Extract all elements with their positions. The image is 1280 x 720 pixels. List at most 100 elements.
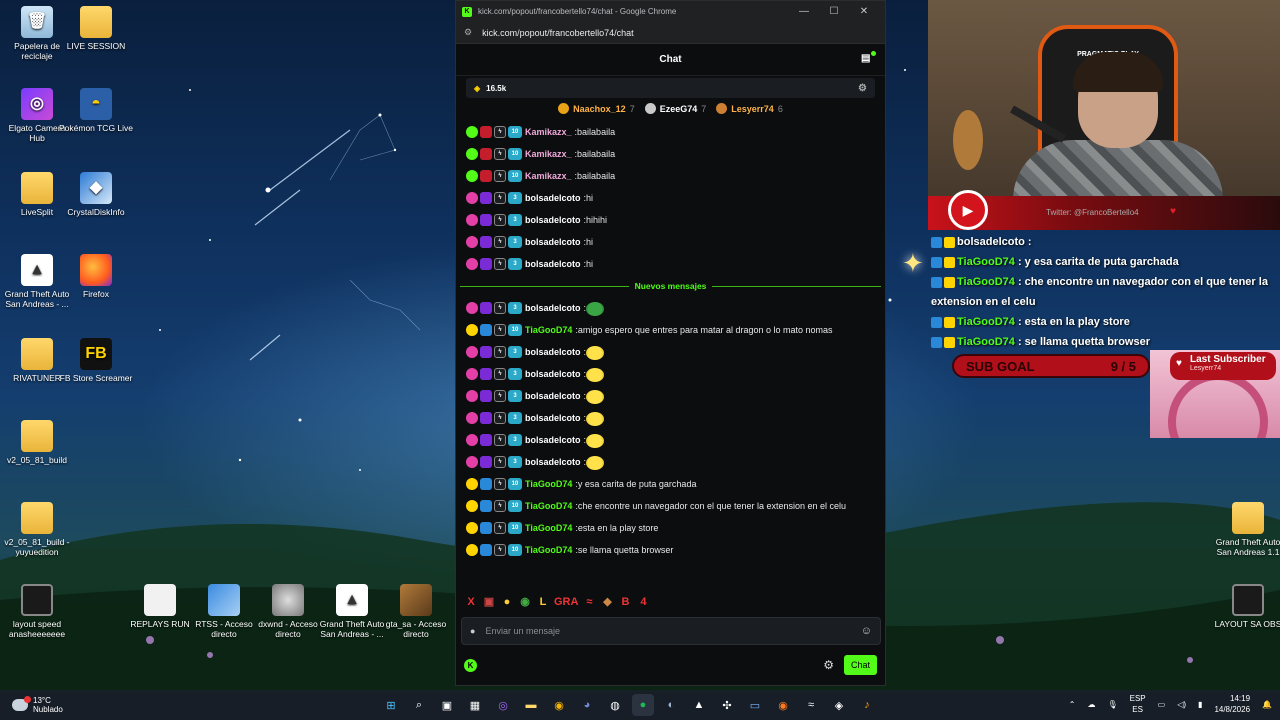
chat-message[interactable]: ϟ 10 Kamikazx_: bailabaila [456, 165, 885, 187]
chat-message[interactable]: ϟ 10 TiaGooD74: esta en la play store [456, 517, 885, 539]
app-icon[interactable]: ✣ [716, 694, 738, 716]
task-view-icon[interactable]: ▣ [436, 694, 458, 716]
chat-message[interactable]: ϟ 3 bolsadelcoto: hi [456, 187, 885, 209]
username[interactable]: Kamikazx_ [525, 126, 572, 138]
fl-studio-icon[interactable]: ♪ [856, 694, 878, 716]
maximize-button[interactable]: ☐ [819, 6, 849, 17]
address-bar[interactable]: ⚙ kick.com/popout/francobertello74/chat [456, 22, 885, 44]
quick-emote[interactable]: ● [500, 595, 514, 609]
message-input[interactable] [485, 626, 861, 636]
desktop-icon-live-session[interactable]: LIVE SESSION [59, 6, 133, 51]
username[interactable]: bolsadelcoto [525, 390, 581, 402]
chat-message[interactable]: ϟ 10 Kamikazx_: bailabaila [456, 143, 885, 165]
firefox-taskbar-icon[interactable]: ◉ [772, 694, 794, 716]
spotify-icon[interactable]: ● [632, 694, 654, 716]
settings-icon[interactable]: ⚙ [858, 83, 867, 94]
site-info-icon[interactable]: ⚙ [464, 27, 472, 38]
quick-emote[interactable]: X [464, 595, 478, 609]
quick-emote[interactable]: ◉ [518, 595, 532, 609]
chat-message[interactable]: ϟ 3 bolsadelcoto: [456, 451, 885, 473]
minimize-button[interactable]: — [789, 6, 819, 17]
chat-message[interactable]: ϟ 3 bolsadelcoto: [456, 407, 885, 429]
desktop-icon-crystaldiskinfo[interactable]: ◆ CrystalDiskInfo [59, 172, 133, 217]
chat-messages[interactable]: ϟ 10 Kamikazx_: bailabaila ϟ 10 Kamikazx_: ba… [456, 121, 885, 591]
chat-message[interactable]: ϟ 3 bolsadelcoto: hihihi [456, 209, 885, 231]
elgato-taskbar-icon[interactable]: ◎ [492, 694, 514, 716]
username[interactable]: TiaGooD74 [525, 522, 572, 534]
username[interactable]: TiaGooD74 [525, 478, 572, 490]
gta-taskbar-icon[interactable]: ▲ [688, 694, 710, 716]
obs-icon[interactable]: ◍ [604, 694, 626, 716]
username[interactable]: bolsadelcoto [525, 236, 581, 248]
username[interactable]: bolsadelcoto [525, 214, 581, 226]
leaderboard-entry[interactable]: EzeeG74 7 [644, 103, 706, 114]
chevron-up-icon[interactable]: ⌃ [1069, 700, 1076, 709]
language-switcher[interactable]: ESP ES [1130, 693, 1146, 715]
chrome-icon[interactable]: ◉ [548, 694, 570, 716]
username[interactable]: bolsadelcoto [525, 192, 581, 204]
desktop-icon-gta-sa-shortcut[interactable]: gta_sa - Acceso directo [379, 584, 453, 639]
battery-icon[interactable]: ▮ [1198, 700, 1202, 709]
chat-message[interactable]: ϟ 3 bolsadelcoto: [456, 297, 885, 319]
username[interactable]: bolsadelcoto [525, 368, 581, 380]
audio-app-icon[interactable]: ≈ [800, 694, 822, 716]
quick-emote[interactable]: ▣ [482, 595, 496, 609]
emote-picker-icon[interactable]: ● [470, 626, 475, 636]
username[interactable]: TiaGooD74 [525, 544, 572, 556]
quick-emote[interactable]: 4 [636, 595, 650, 609]
leaderboard-entry[interactable]: Naachox_12 7 [558, 103, 635, 114]
chat-message[interactable]: ϟ 3 bolsadelcoto: [456, 385, 885, 407]
username[interactable]: Kamikazx_ [525, 170, 572, 182]
username[interactable]: bolsadelcoto [525, 412, 581, 424]
close-button[interactable]: ✕ [849, 6, 879, 17]
pinned-gift-bar[interactable]: ◈ 16.5k ⚙ [466, 78, 875, 98]
desktop-icon-gta-sa-11[interactable]: Grand Theft Auto San Andreas 1.1 [1211, 502, 1280, 557]
desktop-icon-v2-build[interactable]: v2_05_81_build [0, 420, 74, 465]
username[interactable]: bolsadelcoto [525, 434, 581, 446]
steam-icon[interactable]: ◐ [660, 694, 682, 716]
username[interactable]: TiaGooD74 [525, 324, 572, 336]
quick-emote[interactable]: L [536, 595, 550, 609]
username[interactable]: bolsadelcoto [525, 456, 581, 468]
username[interactable]: Kamikazx_ [525, 148, 572, 160]
chat-message[interactable]: ϟ 10 TiaGooD74: y esa carita de puta garch… [456, 473, 885, 495]
chat-message[interactable]: ϟ 3 bolsadelcoto: [456, 363, 885, 385]
chat-message[interactable]: ϟ 10 TiaGooD74: che encontre un navegador … [456, 495, 885, 517]
chat-message[interactable]: ϟ 10 Kamikazx_: bailabaila [456, 121, 885, 143]
chat-message[interactable]: ϟ 3 bolsadelcoto: [456, 341, 885, 363]
file-explorer-icon[interactable]: ▬ [520, 694, 542, 716]
weather-widget[interactable]: 13°C Nublado [0, 696, 200, 714]
chat-message[interactable]: ϟ 3 bolsadelcoto: [456, 429, 885, 451]
username[interactable]: bolsadelcoto [525, 346, 581, 358]
desktop-icon-layout-sa-obs[interactable]: LAYOUT SA OBS [1211, 584, 1280, 629]
chat-message[interactable]: ϟ 10 TiaGooD74: se llama quetta browser [456, 539, 885, 561]
desktop-icon-pokemon[interactable]: ◓ Pokémon TCG Live [59, 88, 133, 133]
desktop-icon-gta-sa-2[interactable]: ▲ Grand Theft Auto San Andreas - ... [315, 584, 389, 639]
notification-bell-icon[interactable]: 🔔 [1262, 700, 1272, 709]
username[interactable]: TiaGooD74 [525, 500, 572, 512]
tool-icon[interactable]: ◈ [828, 694, 850, 716]
chat-message[interactable]: ϟ 3 bolsadelcoto: hi [456, 231, 885, 253]
send-chat-button[interactable]: Chat [843, 655, 877, 675]
gear-icon[interactable]: ⚙ [823, 658, 834, 672]
message-input-container[interactable]: ● ☺ [461, 617, 881, 645]
desktop-icon-firefox[interactable]: Firefox [59, 254, 133, 299]
quick-emote[interactable]: ≈ [582, 595, 596, 609]
window-title-bar[interactable]: K kick.com/popout/francobertello74/chat … [456, 1, 885, 22]
start-icon[interactable]: ⊞ [380, 694, 402, 716]
quick-emote[interactable]: GRA [554, 595, 578, 609]
discord-icon[interactable]: ◕ [576, 694, 598, 716]
chat-message[interactable]: ϟ 10 TiaGooD74: amigo espero que entres pa… [456, 319, 885, 341]
clock[interactable]: 14:19 14/8/2026 [1214, 693, 1250, 715]
username[interactable]: bolsadelcoto [525, 302, 581, 314]
leaderboard-entry[interactable]: Lesyerr74 6 [716, 103, 783, 114]
desktop-icon-dxwnd[interactable]: dxwnd - Acceso directo [251, 584, 325, 639]
desktop-icon-v2-build-yuyu[interactable]: v2_05_81_build - yuyuedition [0, 502, 74, 557]
desktop-icon-replays-run[interactable]: REPLAYS RUN [123, 584, 197, 629]
volume-icon[interactable]: ◁) [1177, 700, 1186, 709]
desktop-icon-layout-speed[interactable]: layout speed anasheeeeeee [0, 584, 74, 639]
kick-logo-icon[interactable]: K [464, 658, 477, 672]
microphone-icon[interactable]: 🎙 [1107, 700, 1117, 709]
remote-desktop-icon[interactable]: ▭ [744, 694, 766, 716]
store-icon[interactable]: ▦ [464, 694, 486, 716]
